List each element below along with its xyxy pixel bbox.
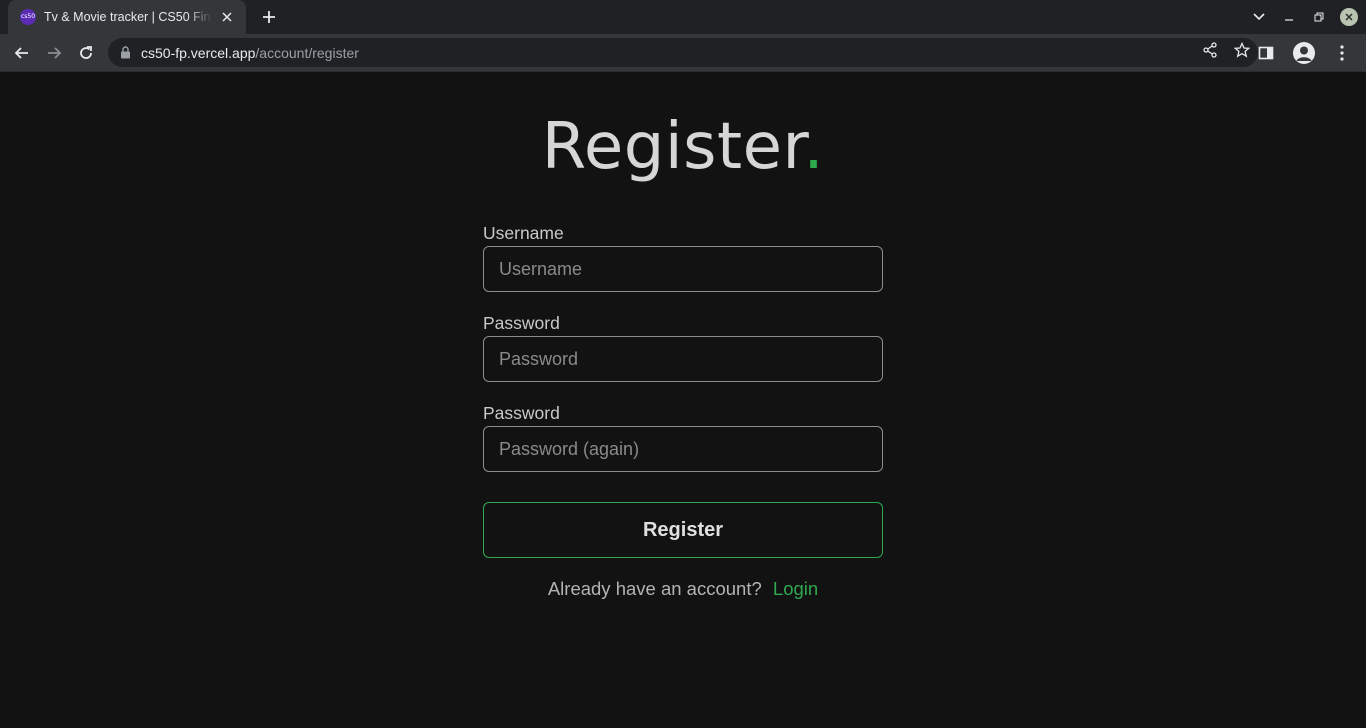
forward-arrow-icon[interactable]	[38, 37, 70, 69]
page-title: Register.	[0, 110, 1366, 184]
new-tab-button[interactable]	[258, 6, 280, 28]
page-title-accent-dot: .	[803, 110, 825, 184]
url-path: /account/register	[255, 44, 359, 61]
register-button[interactable]: Register	[483, 502, 883, 558]
window-controls	[1246, 0, 1358, 34]
login-prompt-text: Already have an account?	[547, 578, 762, 599]
browser-tab[interactable]: cs50 Tv & Movie tracker | CS50 Final	[8, 0, 246, 34]
register-form: Username Password Password Register Alre…	[483, 222, 883, 600]
bookmark-star-icon[interactable]	[1233, 41, 1251, 63]
url-text: cs50-fp.vercel.app/account/register	[141, 45, 359, 61]
window-close-icon[interactable]	[1340, 8, 1358, 26]
url-host: cs50-fp.vercel.app	[141, 44, 256, 61]
site-favicon-icon: cs50	[20, 9, 36, 25]
page-content: Register. Username Password Password Reg…	[0, 72, 1366, 728]
share-icon[interactable]	[1202, 42, 1218, 63]
password-confirm-input[interactable]	[483, 426, 883, 472]
minimize-icon[interactable]	[1276, 4, 1302, 30]
browser-tab-bar: cs50 Tv & Movie tracker | CS50 Final	[0, 0, 1366, 34]
profile-avatar-icon[interactable]	[1288, 37, 1320, 69]
password-confirm-field-group: Password	[483, 402, 883, 472]
tab-close-icon[interactable]	[218, 8, 236, 26]
kebab-menu-icon[interactable]	[1326, 37, 1358, 69]
tab-search-chevron-icon[interactable]	[1246, 4, 1272, 30]
password-input[interactable]	[483, 336, 883, 382]
back-arrow-icon[interactable]	[6, 37, 38, 69]
login-prompt-row: Already have an account? Login	[483, 578, 883, 600]
username-input[interactable]	[483, 246, 883, 292]
restore-icon[interactable]	[1306, 4, 1332, 30]
browser-toolbar: cs50-fp.vercel.app/account/register	[0, 34, 1366, 72]
page-title-text: Register	[541, 110, 804, 184]
password-label: Password	[483, 313, 560, 333]
username-label: Username	[483, 223, 564, 243]
tab-title: Tv & Movie tracker | CS50 Final	[44, 10, 212, 24]
side-panel-icon[interactable]	[1250, 37, 1282, 69]
reload-icon[interactable]	[70, 37, 102, 69]
username-field-group: Username	[483, 222, 883, 292]
lock-icon	[121, 46, 130, 59]
address-bar[interactable]: cs50-fp.vercel.app/account/register	[108, 38, 1258, 67]
password-field-group: Password	[483, 312, 883, 382]
login-link[interactable]: Login	[773, 578, 818, 599]
password-confirm-label: Password	[483, 403, 560, 423]
